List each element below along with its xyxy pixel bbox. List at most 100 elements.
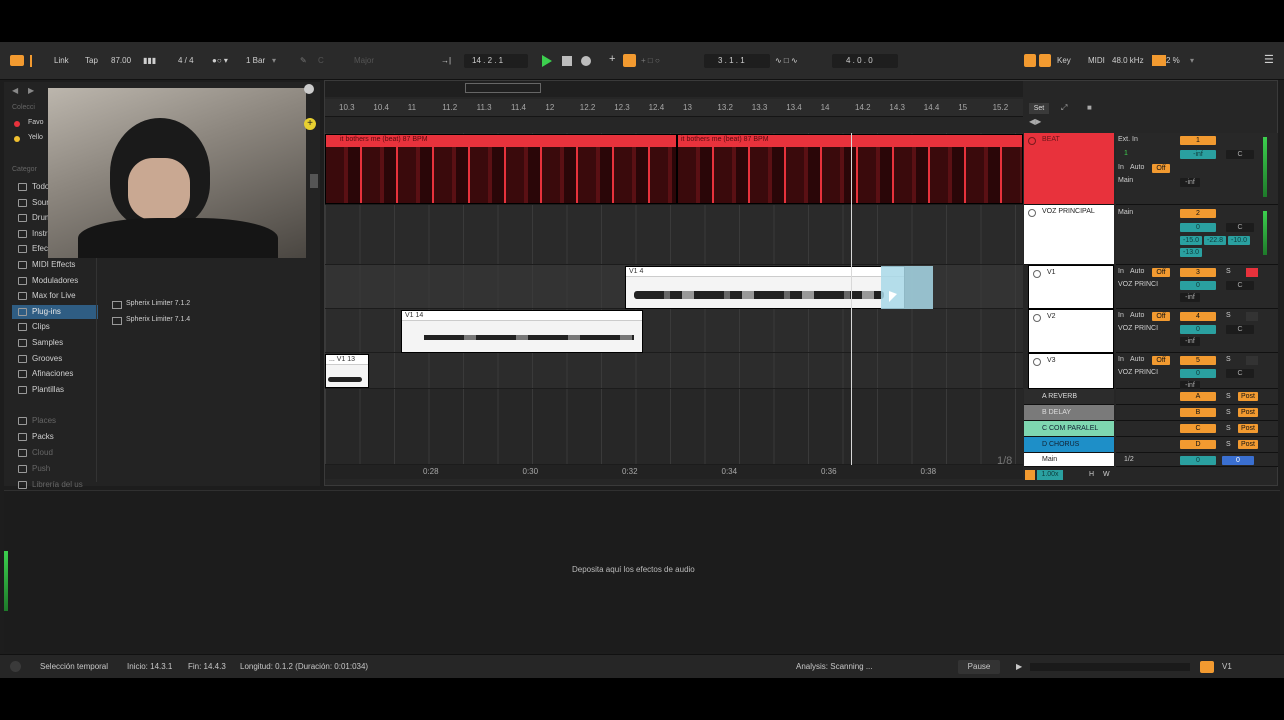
category-item[interactable]: Samples: [12, 336, 98, 350]
clip-v1-14[interactable]: V1 14: [401, 310, 643, 353]
play-small-icon[interactable]: ▶: [1016, 662, 1022, 671]
record-button[interactable]: [581, 56, 591, 66]
back-icon[interactable]: ◀: [12, 86, 18, 95]
device-view[interactable]: Deposita aquí los efectos de audio: [4, 490, 1280, 652]
w-button[interactable]: W: [1103, 471, 1110, 478]
place-item[interactable]: Push: [12, 462, 98, 476]
fold-icon[interactable]: [1033, 358, 1041, 366]
category-item[interactable]: Moduladores: [12, 274, 98, 288]
time-signature-field[interactable]: 4 / 4: [178, 56, 194, 65]
scale-selector[interactable]: Major: [354, 56, 374, 65]
nav-arrows-icon[interactable]: ◀▶: [1029, 117, 1041, 126]
metronome-icon[interactable]: ▮▮▮: [143, 56, 156, 65]
overview-window[interactable]: [465, 83, 541, 93]
mouse-cursor-icon: [889, 291, 897, 302]
record-mode-icon[interactable]: ●○ ▾: [212, 56, 228, 65]
app-logo-icon[interactable]: [10, 55, 24, 66]
track-header-v1[interactable]: V1: [1028, 265, 1114, 309]
track-header-v2[interactable]: V2: [1028, 309, 1114, 353]
clip-v1-13[interactable]: ... V1 13: [325, 354, 369, 388]
tempo-field[interactable]: 87.00: [111, 56, 131, 65]
play-button[interactable]: [542, 55, 552, 67]
expand-icon[interactable]: ⤢: [1061, 103, 1067, 113]
forward-icon[interactable]: ▶: [28, 86, 34, 95]
fold-icon[interactable]: [1033, 314, 1041, 322]
category-item[interactable]: Grooves: [12, 352, 98, 366]
playhead-line[interactable]: [851, 133, 852, 465]
return-header-a[interactable]: A REVERB: [1024, 389, 1114, 405]
track-header-voz-principal[interactable]: VOZ PRINCIPAL: [1024, 205, 1114, 265]
song-position-box[interactable]: 14 . 2 . 1: [464, 54, 528, 68]
return-header-b[interactable]: B DELAY: [1024, 405, 1114, 421]
category-icon: [18, 229, 27, 238]
computer-keyboard-icon[interactable]: [1039, 54, 1051, 67]
browser-scrollbar[interactable]: [310, 174, 318, 188]
track-header-v3[interactable]: V3: [1028, 353, 1114, 389]
fold-icon[interactable]: [1033, 270, 1041, 278]
cpu-arrow-icon: ▾: [1190, 56, 1195, 65]
overview-strip[interactable]: [325, 81, 1023, 97]
ruler-tick: 11: [407, 103, 417, 112]
loop-length-box[interactable]: 4 . 0 . 0: [832, 54, 898, 68]
clip-beat-b[interactable]: it bothers me (beat) 87 BPM: [677, 134, 1023, 204]
loop-start-box[interactable]: 3 . 1 . 1: [704, 54, 770, 68]
view-toggle-icon[interactable]: [30, 55, 32, 67]
midi-map-button[interactable]: MIDI: [1088, 56, 1105, 65]
place-item[interactable]: Cloud: [12, 446, 98, 460]
clip-v1-4[interactable]: V1 4: [625, 266, 905, 309]
selection-length: Longitud: 0.1.2 (Duración: 0:01:034): [240, 662, 369, 671]
main-header[interactable]: Main: [1024, 453, 1114, 467]
pause-button[interactable]: Pause: [958, 660, 1000, 674]
track-header-beat[interactable]: BEAT: [1024, 133, 1114, 205]
return-header-c[interactable]: C COM PARALEL: [1024, 421, 1114, 437]
category-item[interactable]: Max for Live: [12, 289, 98, 303]
mixer-return: A S Post: [1116, 389, 1278, 405]
stop-button[interactable]: [562, 56, 572, 66]
arm-button-icon[interactable]: [1246, 268, 1258, 277]
collection-favorites[interactable]: Favo: [28, 119, 44, 126]
place-icon: [18, 433, 27, 441]
arm-button-icon[interactable]: [1246, 356, 1258, 365]
set-button[interactable]: Set: [1029, 103, 1049, 114]
lane-voz-principal[interactable]: [325, 205, 1023, 265]
time-ruler[interactable]: 0:28 0:30 0:32 0:34 0:36 0:38: [325, 465, 1023, 479]
category-item[interactable]: Afinaciones: [12, 367, 98, 381]
collection-yellow[interactable]: Yello: [28, 134, 43, 141]
quantize-menu[interactable]: 1 Bar: [246, 56, 265, 65]
close-webcam-icon[interactable]: [304, 84, 314, 94]
beat-ruler[interactable]: 10.3 10.4 11 11.2 11.3 11.4 12 12.2 12.3 12.4 13 13…: [325, 99, 1023, 117]
lane-v3[interactable]: [325, 353, 1023, 389]
tap-button[interactable]: Tap: [85, 56, 98, 65]
place-item[interactable]: Packs: [12, 430, 98, 444]
menu-icon[interactable]: ☰: [1264, 53, 1274, 66]
fold-icon[interactable]: [1028, 137, 1036, 145]
session-record-icon[interactable]: + □ ○: [641, 56, 660, 65]
lock-icon[interactable]: ■: [1087, 103, 1092, 112]
key-selector[interactable]: C: [318, 56, 324, 65]
info-icon[interactable]: [10, 661, 21, 672]
category-item[interactable]: MIDI Effects: [12, 258, 98, 272]
category-item[interactable]: Plantillas: [12, 383, 98, 397]
file-item-1[interactable]: Spherix Limiter 7.1.2: [126, 300, 190, 307]
pencil-key-icon[interactable]: ✎: [300, 56, 307, 65]
clip-beat-a[interactable]: it bothers me (beat) 87 BPM: [325, 134, 677, 204]
time-selection[interactable]: [881, 266, 933, 309]
file-item-2[interactable]: Spherix Limiter 7.1.4: [126, 316, 190, 323]
key-map-button[interactable]: Key: [1057, 56, 1071, 65]
fold-icon[interactable]: [1028, 209, 1036, 217]
arm-button-icon[interactable]: [1246, 312, 1258, 321]
follow-icon[interactable]: →|: [441, 56, 451, 65]
automation-arm-icon[interactable]: [623, 54, 636, 67]
link-button[interactable]: Link: [54, 56, 69, 65]
punch-icons[interactable]: ∿ □ ∿: [775, 56, 798, 65]
category-item[interactable]: Plug-ins: [12, 304, 98, 319]
return-header-d[interactable]: D CHORUS: [1024, 437, 1114, 453]
follow-toggle-icon[interactable]: [1025, 470, 1035, 480]
category-item[interactable]: Clips: [12, 320, 98, 334]
add-icon[interactable]: +: [304, 118, 316, 130]
place-item[interactable]: Places: [12, 414, 98, 428]
h-button[interactable]: H: [1089, 471, 1094, 478]
overdub-icon[interactable]: +: [609, 53, 615, 65]
tempo-follow-box[interactable]: 1.00x: [1037, 470, 1063, 480]
draw-mode-icon[interactable]: [1024, 54, 1036, 67]
